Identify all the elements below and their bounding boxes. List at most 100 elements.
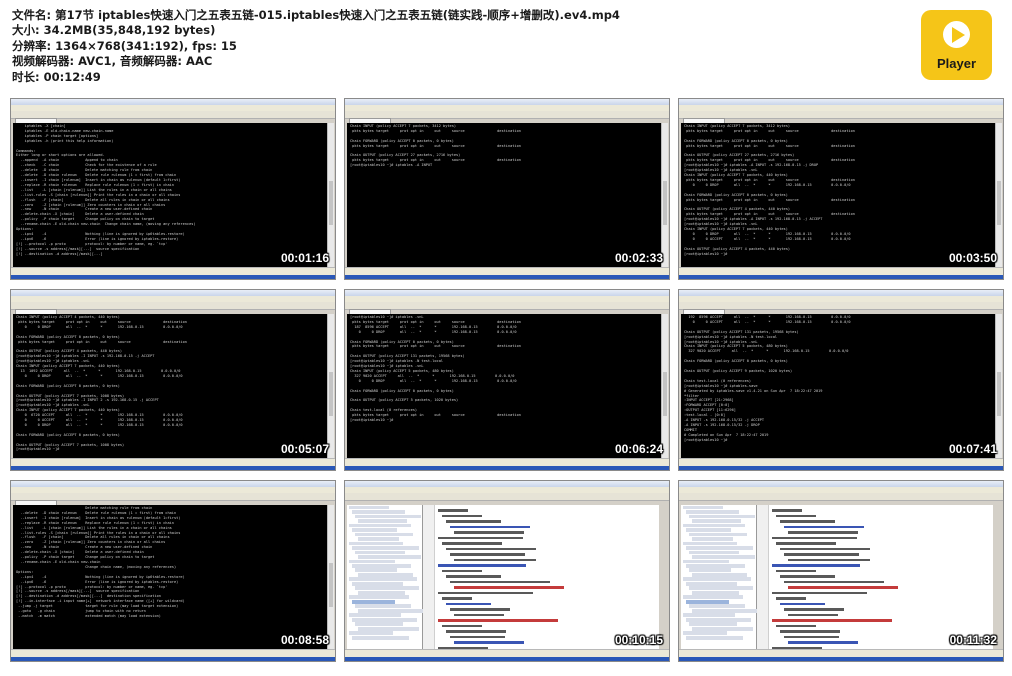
filename-line: 文件名: 第17节 iptables快速入门之五表五链-015.iptables…	[12, 8, 620, 22]
terminal-screen: Chain INPUT (policy ACCEPT 4 packets, 44…	[13, 314, 327, 459]
outline-item	[686, 546, 753, 550]
outline-item	[352, 635, 409, 640]
outline-item	[689, 586, 753, 591]
document-line	[784, 608, 844, 611]
video-thumbnail[interactable]: 00:10:15	[344, 480, 670, 662]
window-statusbar	[11, 458, 335, 466]
document-line	[446, 602, 491, 605]
document-line	[438, 591, 533, 594]
outline-item	[358, 537, 399, 541]
terminal-screen: Chain INPUT (policy ACCEPT 7 packets, 34…	[347, 123, 661, 268]
outline-item	[692, 555, 755, 559]
outline-item	[358, 608, 427, 613]
document-line	[438, 509, 468, 512]
player-logo-label: Player	[936, 56, 977, 71]
os-taskbar	[679, 657, 1003, 661]
video-thumbnail[interactable]: Delete matching rule from chain --delete…	[10, 480, 336, 662]
outline-item	[686, 581, 737, 586]
outline-item	[692, 537, 733, 541]
document-line	[772, 509, 802, 512]
scrollbar	[661, 123, 668, 268]
document-line	[454, 558, 536, 561]
window-statusbar	[679, 458, 1003, 466]
timestamp-label: 00:01:16	[280, 251, 329, 265]
document-line	[776, 624, 816, 627]
os-taskbar	[345, 466, 669, 470]
scrollbar	[995, 314, 1002, 459]
outline-item	[358, 519, 407, 523]
timestamp-label: 00:06:24	[614, 442, 663, 456]
play-triangle	[952, 27, 965, 43]
document-line	[450, 635, 505, 638]
outline-item	[349, 559, 395, 564]
timestamp-label: 00:11:32	[949, 633, 997, 647]
document-line	[788, 613, 838, 616]
os-taskbar	[679, 275, 1003, 279]
outline-item	[689, 532, 747, 537]
terminal-screen: 192 8596 ACCEPT all -- * * 192.168.0.15 …	[681, 314, 995, 459]
document-editor	[423, 505, 659, 650]
os-taskbar	[345, 657, 669, 661]
document-line	[454, 641, 524, 644]
timestamp-label: 00:02:33	[614, 251, 663, 265]
outline-item	[349, 577, 417, 582]
video-thumbnail[interactable]: iptables -X [chain] iptables -E old-chai…	[10, 98, 336, 280]
outline-item	[692, 572, 747, 577]
os-taskbar	[345, 275, 669, 279]
outline-item	[352, 599, 395, 604]
outline-item	[692, 626, 753, 631]
window-toolbar	[345, 302, 669, 310]
scrollbar	[327, 123, 334, 268]
outline-item	[358, 626, 419, 631]
window-toolbar	[345, 493, 669, 501]
outline-item	[683, 613, 735, 618]
video-thumbnail[interactable]: 00:11:32	[678, 480, 1004, 662]
scrollbar	[327, 314, 334, 459]
outline-item	[349, 595, 409, 600]
document-editor	[757, 505, 993, 650]
video-thumbnail[interactable]: [root@iptables10 ~]# iptables -vnL pkts …	[344, 289, 670, 471]
codec-line: 视频解码器: AVC1, 音频解码器: AAC	[12, 54, 213, 69]
scrollbar	[661, 314, 668, 459]
document-line	[780, 547, 870, 550]
document-line	[776, 542, 836, 545]
player-logo: Player	[921, 10, 992, 80]
document-line	[450, 525, 530, 528]
file-info-header: 文件名: 第17节 iptables快速入门之五表五链-015.iptables…	[12, 8, 892, 85]
outline-item	[349, 541, 403, 546]
outline-item	[686, 635, 743, 640]
video-thumbnail[interactable]: 192 8596 ACCEPT all -- * * 192.168.0.15 …	[678, 289, 1004, 471]
document-line	[446, 575, 501, 578]
document-line	[780, 520, 835, 523]
window-statusbar	[345, 649, 669, 657]
document-line	[454, 613, 504, 616]
outline-item	[686, 510, 739, 514]
outline-item	[355, 586, 419, 591]
outline-sidebar	[681, 505, 761, 650]
document-line	[442, 597, 472, 600]
timestamp-label: 00:10:15	[614, 633, 663, 647]
outline-item	[355, 532, 413, 537]
window-toolbar	[11, 302, 335, 310]
terminal-screen: Delete matching rule from chain --delete…	[13, 505, 327, 650]
document-line	[772, 536, 857, 539]
outline-item	[689, 568, 731, 573]
outline-item	[352, 528, 397, 532]
outline-item	[692, 590, 739, 595]
terminal-screen: [root@iptables10 ~]# iptables -vnL pkts …	[347, 314, 661, 459]
document-line	[784, 635, 839, 638]
outline-item	[355, 604, 411, 609]
video-thumbnail[interactable]: Chain INPUT (policy ACCEPT 7 packets, 34…	[678, 98, 1004, 280]
window-toolbar	[679, 302, 1003, 310]
outline-item	[686, 617, 751, 622]
window-toolbar	[345, 111, 669, 119]
document-line	[446, 520, 501, 523]
scrollbar	[327, 505, 334, 650]
outline-item	[683, 559, 729, 564]
document-line	[454, 586, 564, 589]
window-toolbar	[11, 111, 335, 119]
video-thumbnail[interactable]: Chain INPUT (policy ACCEPT 7 packets, 34…	[344, 98, 670, 280]
video-thumbnail[interactable]: Chain INPUT (policy ACCEPT 4 packets, 44…	[10, 289, 336, 471]
os-taskbar	[11, 657, 335, 661]
line-gutter	[423, 505, 435, 650]
